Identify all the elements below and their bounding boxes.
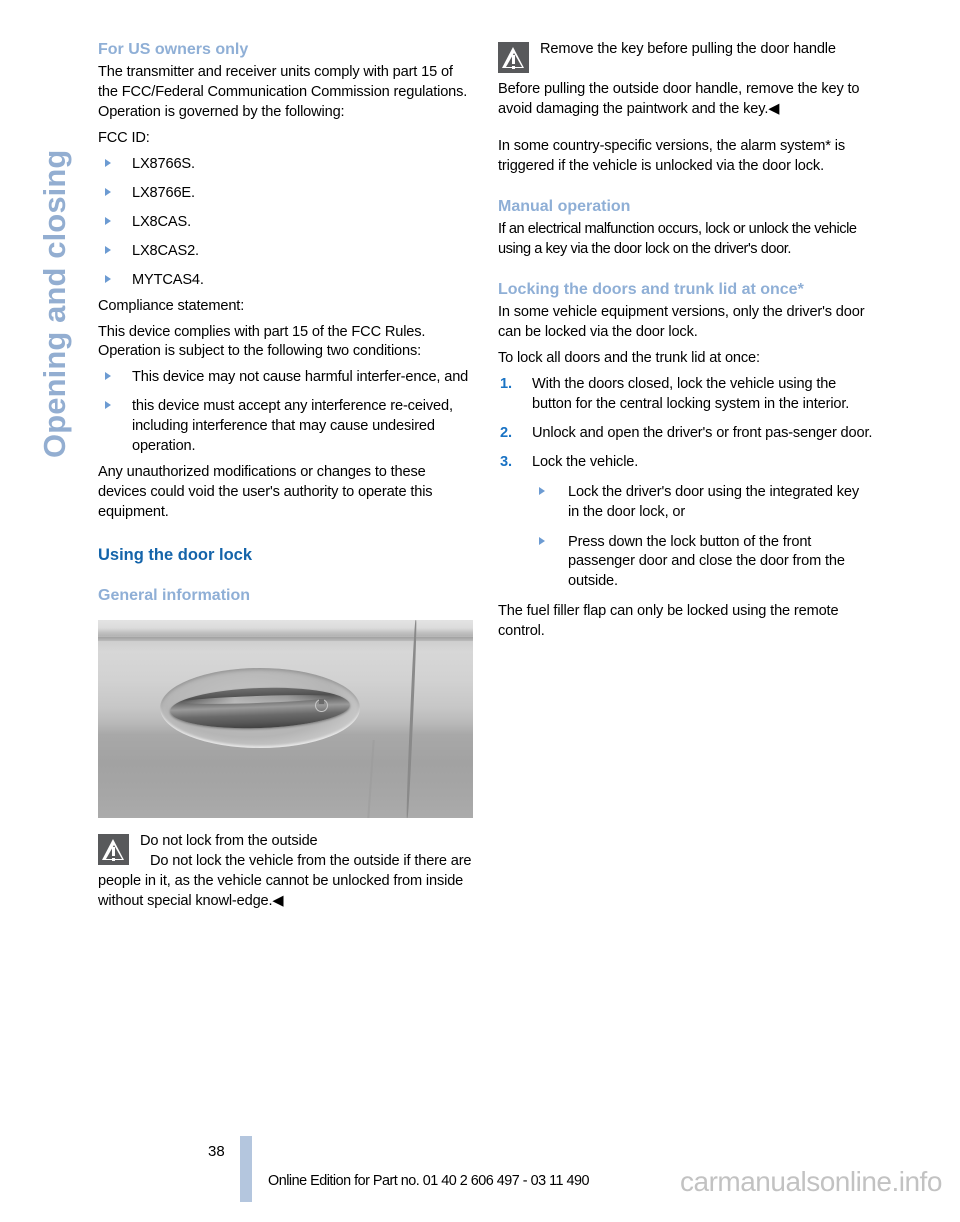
page-body: For US owners only The transmitter and r… — [0, 0, 960, 1130]
list-item: MYTCAS4. — [98, 271, 473, 291]
door-trim-line — [98, 637, 473, 642]
list-item-label: LX8CAS. — [132, 213, 191, 230]
triangle-bullet-icon — [105, 274, 111, 283]
list-item-label: LX8766S. — [132, 156, 195, 173]
step-number: 3. — [500, 453, 512, 470]
warning-text-body: Before pulling the outside door handle, … — [498, 81, 860, 117]
paragraph-device-complies: This device complies with part 15 of the… — [98, 323, 426, 360]
warning-triangle-icon — [98, 834, 129, 866]
list-item-label: Lock the driver's door using the integra… — [568, 483, 860, 520]
footer-edition-text: Online Edition for Part no. 01 40 2 606 … — [268, 1173, 590, 1189]
label-compliance-statement: Compliance statement: — [98, 297, 245, 314]
step-text: With the doors closed, lock the vehicle … — [532, 376, 850, 412]
triangle-bullet-icon — [105, 245, 111, 254]
list-item-label: LX8CAS2. — [132, 242, 199, 259]
watermark-text: carmanualsonline.info — [680, 1166, 942, 1197]
right-column: Remove the key before pulling the door h… — [498, 40, 873, 642]
heading-general-information: General information — [98, 586, 251, 604]
triangle-bullet-icon — [105, 372, 111, 381]
page-footer: 38 Online Edition for Part no. 01 40 2 6… — [0, 1130, 960, 1222]
list-item: Lock the driver's door using the integra… — [532, 483, 873, 523]
warning-end-marker: ◀ — [768, 100, 780, 117]
triangle-bullet-icon — [539, 486, 545, 495]
fcc-id-list: LX8766S. LX8766E. LX8CAS. LX8CAS2. MYTCA… — [98, 155, 473, 291]
paragraph-to-lock-all-doors: To lock all doors and the trunk lid at o… — [498, 350, 760, 367]
heading-using-the-door-lock: Using the door lock — [98, 545, 253, 564]
list-item: 2. Unlock and open the driver's or front … — [498, 424, 873, 444]
warning-text-body: Do not lock the vehicle from the outside… — [98, 853, 472, 909]
paragraph-transmitter-compliance: The transmitter and receiver units compl… — [98, 64, 468, 121]
list-item-label: this device must accept any interference… — [132, 398, 453, 455]
list-item: this device must accept any interference… — [98, 397, 473, 457]
list-item: LX8766E. — [98, 184, 473, 204]
heading-for-us-owners-only: For US owners only — [98, 41, 249, 58]
warning-triangle-icon — [498, 42, 529, 73]
list-item: LX8766S. — [98, 155, 473, 175]
list-item: LX8CAS2. — [98, 242, 473, 262]
footer-accent-bar — [240, 1136, 252, 1202]
paragraph-equipment-versions: In some vehicle equipment versions, only… — [498, 304, 865, 341]
list-item-label: LX8766E. — [132, 185, 195, 201]
triangle-bullet-icon — [539, 536, 545, 545]
list-item-label: MYTCAS4. — [132, 271, 204, 288]
paragraph-manual-operation: If an electrical malfunction occurs, loc… — [498, 221, 857, 257]
list-item: LX8CAS. — [98, 213, 473, 233]
step-number: 2. — [500, 424, 512, 441]
locking-steps-list: 1. With the doors closed, lock the vehicl… — [498, 375, 873, 592]
triangle-bullet-icon — [105, 216, 111, 225]
door-handle-figure — [98, 620, 473, 819]
triangle-bullet-icon — [105, 188, 111, 196]
list-item: This device may not cause harmful interf… — [98, 368, 473, 388]
warning-remove-key: Remove the key before pulling the door h… — [498, 40, 873, 120]
step-number: 1. — [500, 376, 512, 393]
list-item: 3. Lock the vehicle. Lock the driver's do… — [498, 453, 873, 592]
door-panel-gap-secondary — [367, 740, 375, 819]
list-item-label: Press down the lock button of the front … — [568, 533, 845, 590]
paragraph-unauthorized-modifications: Any unauthorized modifications or change… — [98, 463, 433, 520]
warning-title: Do not lock from the outside — [140, 833, 318, 850]
step3-substeps-list: Lock the driver's door using the integra… — [532, 483, 873, 593]
triangle-bullet-icon — [105, 401, 111, 410]
page-number: 38 — [208, 1143, 225, 1160]
paragraph-alarm-system: In some country-specific versions, the a… — [498, 137, 845, 174]
step-text: Unlock and open the driver's or front pa… — [532, 424, 873, 441]
heading-manual-operation: Manual operation — [498, 197, 631, 215]
triangle-bullet-icon — [105, 159, 111, 168]
conditions-list: This device may not cause harmful interf… — [98, 368, 473, 457]
warning-end-marker: ◀ — [272, 892, 284, 909]
list-item-label: This device may not cause harmful interf… — [132, 369, 469, 386]
heading-locking-doors-trunk-lid: Locking the doors and trunk lid at once* — [498, 280, 804, 298]
warning-title: Remove the key before pulling the door h… — [540, 41, 836, 57]
list-item: Press down the lock button of the front … — [532, 533, 873, 593]
door-panel-gap — [405, 620, 418, 819]
warning-text: Do not lock the vehicle from the outside… — [98, 852, 473, 912]
warning-do-not-lock-outside: Do not lock from the outside Do not lock… — [98, 832, 473, 912]
warning-text: Before pulling the outside door handle, … — [498, 80, 873, 120]
list-item: 1. With the doors closed, lock the vehicl… — [498, 375, 873, 415]
label-fcc-id: FCC ID: — [98, 130, 150, 147]
left-column: For US owners only The transmitter and r… — [98, 40, 473, 912]
paragraph-fuel-filler-flap: The fuel filler flap can only be locked … — [498, 603, 839, 640]
step-text: Lock the vehicle. — [532, 453, 639, 470]
